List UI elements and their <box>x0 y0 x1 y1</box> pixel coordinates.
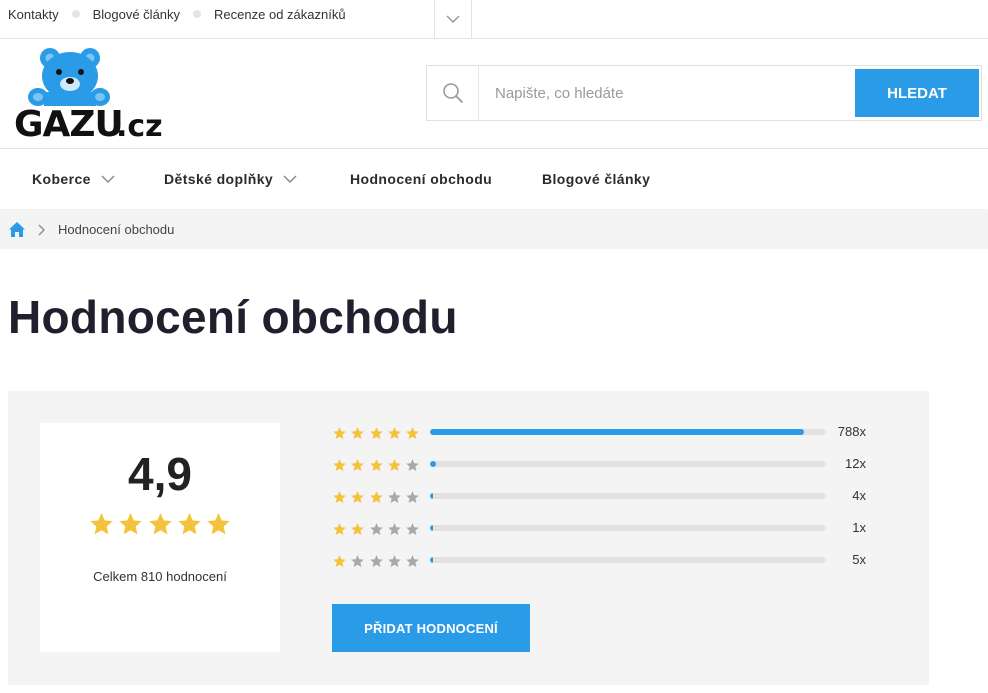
average-score: 4,9 <box>128 448 192 500</box>
star-empty-icon <box>406 555 419 567</box>
row-stars <box>332 458 420 474</box>
rating-count: 788x <box>837 424 866 439</box>
separator-dot <box>71 10 80 18</box>
star-filled-icon <box>406 427 419 439</box>
search-input[interactable] <box>485 78 845 108</box>
rating-count: 12x <box>845 456 866 471</box>
nav-item-hodnoceni-obchodu[interactable]: Hodnocení obchodu <box>350 149 492 209</box>
star-filled-icon <box>333 523 346 535</box>
star-filled-icon <box>90 513 113 535</box>
add-rating-button[interactable]: PŘIDAT HODNOCENÍ <box>332 604 530 652</box>
top-links: Kontakty Blogové články Recenze od zákaz… <box>8 0 346 28</box>
page-title: Hodnocení obchodu <box>8 291 458 343</box>
score-card: 4,9 Celkem 810 hodnocení <box>40 423 280 652</box>
chevron-down-icon <box>101 174 115 183</box>
main-nav: Koberce Dětské doplňky Hodnocení obchodu… <box>0 148 988 209</box>
breadcrumb-current: Hodnocení obchodu <box>58 222 175 237</box>
star-empty-icon <box>351 555 364 567</box>
breadcrumb: Hodnocení obchodu <box>0 210 988 249</box>
score-stars <box>88 511 232 541</box>
rating-bar-fill <box>430 525 433 531</box>
star-filled-icon <box>333 555 346 567</box>
star-empty-icon <box>369 523 383 535</box>
nav-item-koberce[interactable]: Koberce <box>32 149 115 209</box>
nav-item-label: Hodnocení obchodu <box>350 171 493 187</box>
star-filled-icon <box>388 427 401 439</box>
top-more-toggle[interactable] <box>434 0 472 39</box>
row-stars <box>332 522 420 538</box>
rating-bar-fill <box>430 429 804 435</box>
gazu-logo: GAZU .cz <box>14 48 163 145</box>
star-filled-icon <box>148 513 172 535</box>
star-filled-icon <box>351 523 364 535</box>
star-filled-icon <box>388 459 401 471</box>
home-icon[interactable] <box>8 221 26 239</box>
rating-count: 4x <box>852 488 866 503</box>
rating-row: 788x <box>332 422 892 454</box>
rating-bar-fill <box>430 461 436 467</box>
total-ratings: Celkem 810 hodnocení <box>93 569 227 584</box>
star-filled-icon <box>369 459 383 471</box>
top-link-reviews[interactable]: Recenze od zákazníků <box>214 7 346 22</box>
top-link-blog[interactable]: Blogové články <box>93 7 180 22</box>
row-stars <box>332 426 420 442</box>
top-bar: Kontakty Blogové články Recenze od zákaz… <box>0 0 988 39</box>
search-button[interactable]: HLEDAT <box>855 69 979 117</box>
rating-row: 5x <box>332 550 892 582</box>
nav-item-blogove-clanky[interactable]: Blogové články <box>542 149 650 209</box>
star-empty-icon <box>388 523 401 535</box>
separator-dot <box>193 10 202 18</box>
star-empty-icon <box>406 491 419 503</box>
rating-bar-track <box>430 429 826 435</box>
logo[interactable]: GAZU .cz <box>12 46 164 145</box>
rating-bar-fill <box>430 493 433 499</box>
star-filled-icon <box>351 459 364 471</box>
nav-item-label: Dětské doplňky <box>164 171 274 187</box>
chevron-right-icon <box>38 224 45 235</box>
chevron-down-icon <box>283 174 297 183</box>
nav-item-label: Koberce <box>32 171 91 187</box>
star-filled-icon <box>178 513 201 535</box>
star-empty-icon <box>388 555 401 567</box>
star-filled-icon <box>351 427 364 439</box>
row-stars <box>332 554 420 570</box>
chevron-down-icon <box>446 15 460 24</box>
star-filled-icon <box>207 513 230 535</box>
rating-panel: 4,9 Celkem 810 hodnocení 788x 12x 4x 1x 5x P… <box>8 391 929 685</box>
rating-row: 12x <box>332 454 892 486</box>
rating-bar-track <box>430 557 826 563</box>
star-empty-icon <box>406 459 419 471</box>
rating-count: 1x <box>852 520 866 535</box>
star-filled-icon <box>369 427 383 439</box>
rating-bar-track <box>430 461 826 467</box>
rating-bar-track <box>430 493 826 499</box>
search-box: HLEDAT <box>426 65 982 121</box>
nav-item-detske-doplnky[interactable]: Dětské doplňky <box>164 149 297 209</box>
row-stars <box>332 490 420 506</box>
svg-text:GAZU: GAZU <box>14 104 123 140</box>
star-filled-icon <box>333 491 346 503</box>
star-filled-icon <box>351 491 364 503</box>
star-filled-icon <box>333 427 346 439</box>
star-empty-icon <box>388 491 401 503</box>
star-empty-icon <box>369 555 383 567</box>
top-link-kontakty[interactable]: Kontakty <box>8 7 59 22</box>
rating-bar-fill <box>430 557 433 563</box>
star-filled-icon <box>369 491 383 503</box>
star-empty-icon <box>406 523 419 535</box>
star-filled-icon <box>119 513 142 535</box>
star-filled-icon <box>333 459 346 471</box>
search-icon[interactable] <box>427 66 479 120</box>
rating-bar-track <box>430 525 826 531</box>
rating-count: 5x <box>852 552 866 567</box>
svg-text:.cz: .cz <box>116 109 163 140</box>
rating-row: 4x <box>332 486 892 518</box>
nav-item-label: Blogové články <box>542 171 651 187</box>
rating-row: 1x <box>332 518 892 550</box>
rating-distribution: 788x 12x 4x 1x 5x <box>332 422 892 582</box>
